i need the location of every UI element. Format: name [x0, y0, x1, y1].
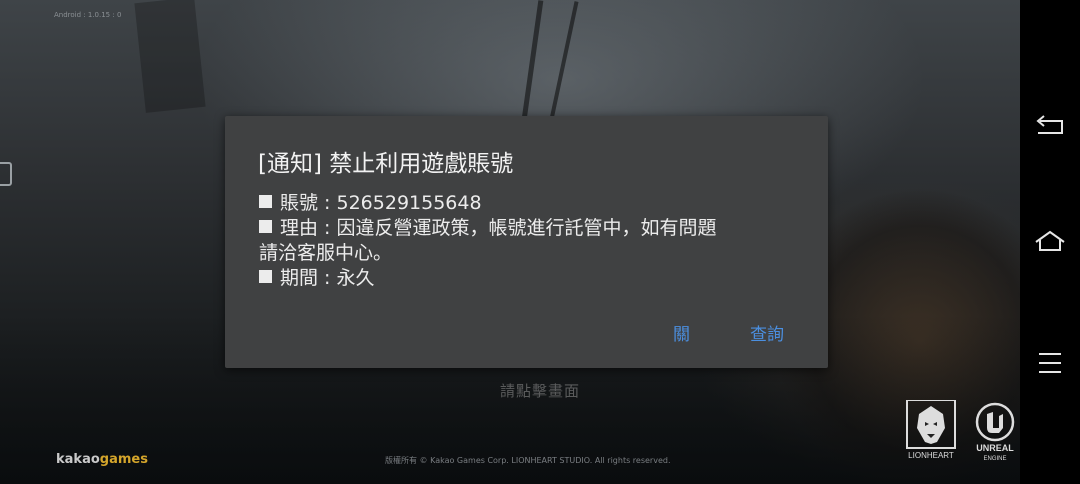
- account-value: 526529155648: [336, 192, 482, 214]
- lion-icon: LIONHEART: [906, 399, 956, 460]
- tap-hint: 請點擊畫面: [500, 382, 581, 400]
- edge-tab[interactable]: [0, 162, 12, 186]
- close-button[interactable]: 關: [673, 320, 690, 345]
- account-label: 賬號: [280, 192, 319, 214]
- version-text: Android : 1.0.15 : 0: [54, 11, 122, 19]
- lionheart-text: LIONHEART: [908, 451, 954, 460]
- bullet-square-icon: [259, 195, 272, 208]
- ship-mast: [521, 0, 544, 120]
- dialog-title: [通知] 禁止利用遊戲賬號: [258, 151, 514, 177]
- kakaogames-logo: kakaogames: [56, 452, 148, 467]
- separator: :: [318, 267, 337, 289]
- bullet-square-icon: [259, 270, 272, 283]
- back-button[interactable]: [1034, 113, 1066, 141]
- period-line: 期間 : 永久: [259, 266, 799, 291]
- reason-text: 因違反營運政策，帳號進行託管中，如有問題: [336, 217, 717, 239]
- separator: :: [318, 192, 337, 214]
- reason-line: 理由 : 因違反營運政策，帳號進行託管中，如有問題: [259, 216, 799, 241]
- bullet-square-icon: [259, 220, 272, 233]
- home-icon: [1035, 230, 1065, 251]
- system-navbar: [1020, 0, 1080, 484]
- unreal-text-2: ENGINE: [983, 456, 1006, 462]
- dialog-body: 賬號 : 526529155648 理由 : 因違反營運政策，帳號進行託管中，如…: [259, 191, 799, 291]
- reason-label: 理由: [280, 217, 319, 239]
- unreal-text-1: UNREAL: [976, 443, 1014, 453]
- reason-line-continued: 請洽客服中心。: [259, 242, 393, 264]
- menu-button[interactable]: [1034, 349, 1066, 377]
- home-button[interactable]: [1034, 228, 1066, 256]
- unreal-icon: UNREAL ENGINE: [975, 402, 1014, 462]
- lionheart-logo: LIONHEART: [905, 399, 957, 462]
- copyright-text: 版權所有 © Kakao Games Corp. LIONHEART STUDI…: [385, 456, 671, 465]
- games-text: games: [99, 452, 148, 467]
- ship-mast: [134, 0, 206, 113]
- back-icon: [1036, 115, 1063, 134]
- separator: :: [318, 217, 337, 239]
- unreal-engine-logo: UNREAL ENGINE: [965, 402, 1025, 464]
- account-line: 賬號 : 526529155648: [259, 191, 799, 216]
- period-label: 期間: [280, 267, 319, 289]
- ban-notice-dialog: [通知] 禁止利用遊戲賬號 賬號 : 526529155648 理由 : 因違反…: [225, 116, 828, 368]
- inquire-button[interactable]: 查詢: [750, 320, 784, 345]
- period-value: 永久: [336, 267, 375, 289]
- kakao-text: kakao: [56, 452, 100, 467]
- menu-icon: [1039, 353, 1061, 373]
